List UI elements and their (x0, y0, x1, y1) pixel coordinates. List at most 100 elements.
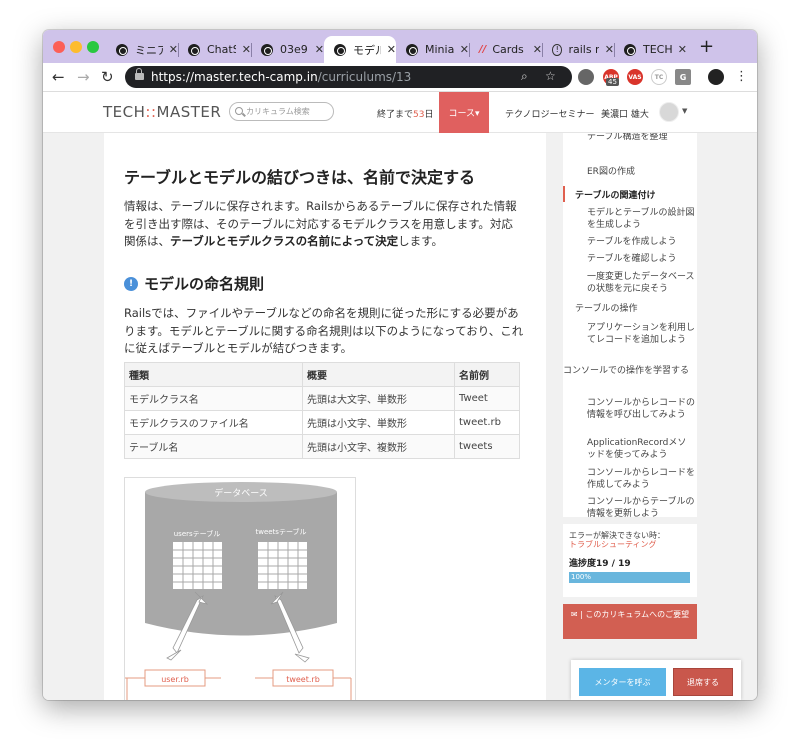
toc-item[interactable]: アプリケーションを利用してレコードを追加しよう (587, 322, 695, 346)
curriculum-request-button[interactable]: ✉ | このカリキュラムへのご要望 (563, 604, 697, 639)
tab-label: ChatS (207, 43, 236, 56)
toc-item[interactable]: テーブル構造を整理 (587, 133, 695, 143)
extension-icon[interactable]: G (675, 69, 691, 85)
url-path: /curriculums/13 (317, 70, 412, 84)
browser-tab[interactable]: // Cards ✕ (469, 36, 543, 63)
toc-section[interactable]: コンソールでの操作を学習する (563, 365, 693, 377)
table-row: モデルクラスのファイル名 先頭は小文字、単数形 tweet.rb (124, 410, 520, 435)
minimize-window-button[interactable] (70, 41, 82, 53)
extension-badge: 45 (606, 78, 619, 86)
close-tab-icon[interactable]: ✕ (605, 43, 614, 56)
logo-text-tail: MASTER (156, 103, 222, 121)
avatar[interactable] (659, 102, 679, 122)
table-header: 名前例 (454, 362, 520, 387)
toc-item[interactable]: テーブルを作成しよう (587, 236, 695, 248)
toc-item[interactable]: コンソールからテーブルの情報を更新しよう (587, 496, 695, 517)
paragraph-bold: テーブルとモデルクラスの名前によって決定 (170, 234, 399, 248)
chevron-down-icon[interactable]: ▼ (682, 107, 687, 115)
browser-toolbar: ← → ↻ https://master.tech-camp.in/curric… (43, 63, 757, 92)
toc-item[interactable]: テーブルを確認しよう (587, 253, 695, 265)
zoom-window-button[interactable] (87, 41, 99, 53)
close-tab-icon[interactable]: ✕ (315, 43, 324, 56)
call-mentor-button[interactable]: メンターを呼ぶ (579, 668, 666, 696)
close-tab-icon[interactable]: ✕ (678, 43, 687, 56)
close-tab-icon[interactable]: ✕ (387, 43, 396, 56)
search-placeholder: カリキュラム検索 (246, 107, 310, 116)
paragraph-text-end: します。 (398, 234, 444, 248)
curriculum-search-input[interactable]: カリキュラム検索 (229, 102, 334, 121)
toc-item[interactable]: ER図の作成 (587, 166, 695, 178)
info-circle-icon: ! (552, 43, 563, 56)
tab-label: Miniap (425, 43, 454, 56)
user-name[interactable]: 美濃口 雄大 (601, 107, 649, 120)
tab-label: TECH (643, 43, 672, 56)
tab-label: 03e9 (280, 43, 308, 56)
subsection-title: モデルの命名規則 (144, 275, 265, 293)
menu-dots-icon[interactable]: ⋮ (735, 69, 748, 84)
toc-item[interactable]: ApplicationRecordメソッドを使ってみよう (587, 437, 695, 461)
favicon-icon (334, 43, 346, 56)
new-tab-button[interactable]: + (699, 36, 714, 57)
extension-icon[interactable] (578, 69, 594, 85)
logo-separator: :: (145, 103, 157, 121)
close-tab-icon[interactable]: ✕ (533, 43, 542, 56)
toc-item[interactable]: コンソールからレコードを作成してみよう (587, 467, 695, 491)
search-icon[interactable]: ⌕ (521, 69, 528, 84)
browser-tab[interactable]: 03e9 ✕ (251, 36, 324, 63)
troubleshooting-link[interactable]: トラブルシューティング (569, 539, 657, 550)
browser-tab[interactable]: ミニア ✕ (106, 36, 179, 63)
browser-tab[interactable]: ChatS ✕ (178, 36, 252, 63)
browser-tab[interactable]: TECH ✕ (614, 36, 687, 63)
table-cell: Tweet (454, 386, 520, 411)
table-cell: テーブル名 (124, 434, 303, 459)
users-table-label: usersテーブル (174, 529, 221, 538)
extension-icon[interactable]: VAS (627, 69, 643, 85)
url-host: https://master.tech-camp.in (151, 70, 318, 84)
back-arrow-icon[interactable]: ← (52, 68, 65, 86)
star-icon[interactable]: ☆ (545, 69, 556, 83)
reload-icon[interactable]: ↻ (101, 68, 114, 86)
web-page: TECH::MASTER カリキュラム検索 終了まで53日 コース▾ テクノロジ… (43, 92, 757, 700)
forward-arrow-icon[interactable]: → (77, 68, 90, 86)
browser-tab-active[interactable]: モデル ✕ (324, 36, 396, 63)
close-window-button[interactable] (53, 41, 65, 53)
table-cell: 先頭は大文字、単数形 (302, 386, 455, 411)
logo-text: TECH (103, 103, 146, 121)
search-icon (235, 107, 243, 115)
info-icon: ! (124, 276, 138, 291)
extension-icon[interactable]: TC (651, 69, 667, 85)
close-tab-icon[interactable]: ✕ (460, 43, 469, 56)
curriculum-toc: テーブル構造を整理 ER図の作成 テーブルの関連付け モデルとテーブルの設計図を… (563, 133, 697, 517)
leave-button[interactable]: 退席する (673, 668, 733, 696)
subsection-heading: ! モデルの命名規則 (124, 273, 264, 294)
progress-panel: エラーが解決できない時： トラブルシューティング 進捗度19 / 19 100% (563, 524, 697, 597)
paragraph: 情報は、テーブルに保存されます。Railsからあるテーブルに保存された情報を引き… (124, 198, 524, 251)
lesson-content: テーブルとモデルの結びつきは、名前で決定する 情報は、テーブルに保存されます。R… (104, 133, 546, 700)
browser-tab[interactable]: Miniap ✕ (396, 36, 470, 63)
address-bar[interactable]: https://master.tech-camp.in/curriculums/… (125, 66, 572, 88)
toc-item[interactable]: 一度変更したデータベースの状態を元に戻そう (587, 271, 695, 295)
tab-label: ミニア (135, 43, 163, 57)
progress-bar: 100% (569, 572, 690, 583)
table-cell: 先頭は小文字、複数形 (302, 434, 455, 459)
toc-section[interactable]: テーブルの操作 (575, 303, 693, 315)
table-cell: 先頭は小文字、単数形 (302, 410, 455, 435)
close-tab-icon[interactable]: ✕ (169, 43, 178, 56)
course-menu-button[interactable]: コース▾ (439, 92, 489, 133)
favicon-icon (188, 43, 200, 56)
table-row: テーブル名 先頭は小文字、複数形 tweets (124, 434, 520, 459)
toc-item[interactable]: コンソールからレコードの情報を呼び出してみよう (587, 397, 695, 421)
section-heading: テーブルとモデルの結びつきは、名前で決定する (124, 168, 476, 187)
diagram-svg: データベース usersテーブル tweetsテーブル user.rb twee… (125, 482, 352, 700)
site-logo[interactable]: TECH::MASTER (103, 103, 221, 121)
toc-item-active[interactable]: テーブルの関連付け (575, 190, 693, 202)
favicon-icon (261, 43, 273, 56)
profile-avatar[interactable] (708, 69, 724, 85)
seminar-link[interactable]: テクノロジーセミナー (505, 107, 594, 120)
table-header-row: 種類 概要 名前例 (124, 362, 520, 387)
close-tab-icon[interactable]: ✕ (242, 43, 251, 56)
table-header: 概要 (302, 362, 455, 387)
browser-tab[interactable]: ! rails r ✕ (542, 36, 615, 63)
toc-item[interactable]: モデルとテーブルの設計図を生成しよう (587, 207, 695, 231)
progress-label: 進捗度19 / 19 (569, 559, 631, 569)
